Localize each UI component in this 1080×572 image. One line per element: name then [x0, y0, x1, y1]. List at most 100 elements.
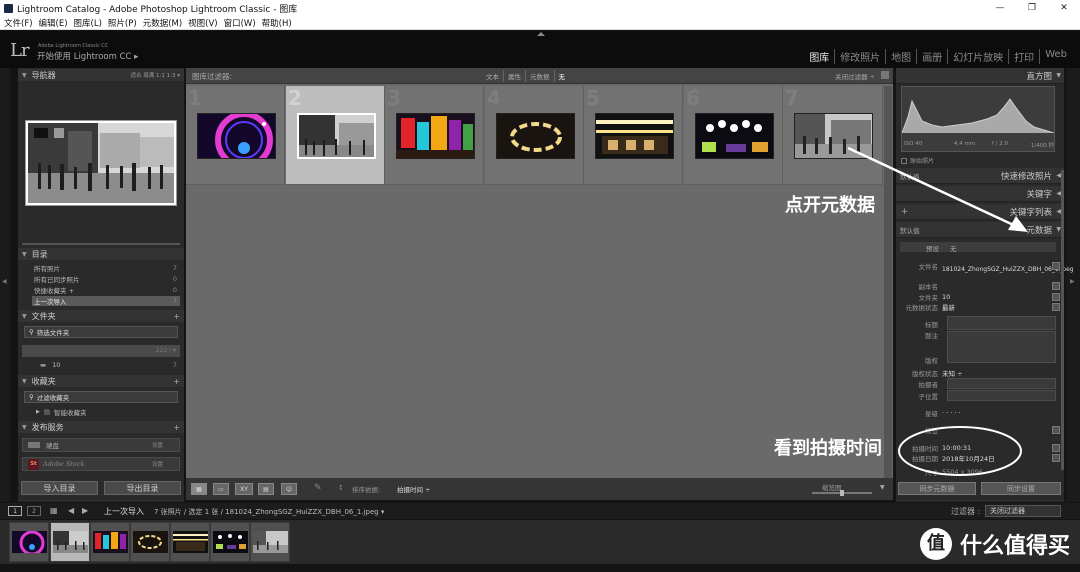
- filmstrip-thumbnail[interactable]: [170, 522, 210, 562]
- filter-tab-text[interactable]: 文本: [482, 70, 504, 82]
- navigator-zoom[interactable]: 适合 填满 1:1 1:3 ▾: [131, 71, 180, 79]
- close-button[interactable]: ✕: [1048, 0, 1080, 16]
- go-to-folder-icon[interactable]: [1052, 292, 1060, 301]
- module-develop[interactable]: 修改照片: [834, 49, 885, 64]
- photo-thumbnail[interactable]: [695, 113, 774, 159]
- add-folder-icon[interactable]: +: [173, 312, 180, 321]
- catalog-item[interactable]: 快捷收藏夹 + 0: [32, 285, 180, 295]
- right-panel-toggle[interactable]: ▶: [1066, 68, 1080, 502]
- sublocation-field[interactable]: [947, 390, 1056, 401]
- metadata-action-icon[interactable]: [1052, 261, 1060, 270]
- sort-direction-icon[interactable]: ↕: [338, 484, 344, 492]
- filmstrip-thumbnail[interactable]: [90, 522, 130, 562]
- module-web[interactable]: Web: [1039, 49, 1072, 64]
- volume-bar[interactable]: 222 / ▾: [22, 345, 180, 357]
- grid-cell[interactable]: 3: [385, 86, 484, 185]
- collection-filter-input[interactable]: ⚲ 过滤收藏夹: [24, 391, 178, 403]
- photo-thumbnail[interactable]: [595, 113, 674, 159]
- module-library[interactable]: 图库: [804, 49, 834, 64]
- sort-select[interactable]: 拍摄时间 ÷: [397, 484, 431, 494]
- navigator-preview[interactable]: [25, 120, 177, 206]
- filter-tab-none[interactable]: 无: [555, 70, 570, 82]
- folder-item[interactable]: ▬ 10 7: [32, 360, 180, 370]
- photo-thumbnail[interactable]: [297, 113, 376, 159]
- metadata-preset-row[interactable]: 预设 无: [900, 242, 1056, 253]
- navigator-header[interactable]: ▼ 导航器 适合 填满 1:1 1:3 ▾: [18, 69, 184, 81]
- catalog-header[interactable]: ▼ 目录: [18, 248, 184, 260]
- thumbnail-size-slider[interactable]: [812, 490, 872, 496]
- folder-filter-input[interactable]: ⚲ 筛选文件夹: [24, 326, 178, 338]
- metadata-action-icon[interactable]: [1052, 425, 1060, 434]
- catalog-item[interactable]: 所有已同步照片 0: [32, 274, 180, 284]
- grid-view-icon[interactable]: ▦: [191, 483, 207, 495]
- toolbar-menu-icon[interactable]: ▼: [880, 484, 885, 491]
- publish-header[interactable]: ▼ 发布服务 +: [18, 421, 184, 433]
- left-panel-toggle[interactable]: ◀: [0, 68, 10, 502]
- filter-tab-metadata[interactable]: 元数据: [526, 70, 555, 82]
- collections-header[interactable]: ▼ 收藏夹 +: [18, 375, 184, 387]
- publish-harddrive[interactable]: 硬盘 设置: [22, 438, 180, 452]
- menu-metadata[interactable]: 元数据(M): [143, 17, 182, 29]
- grid-cell[interactable]: 4: [485, 86, 584, 185]
- sync-settings-button[interactable]: 同步设置: [981, 482, 1061, 495]
- import-button[interactable]: 导入目录: [21, 481, 98, 495]
- filmstrip-thumbnail[interactable]: [210, 522, 250, 562]
- preset-value[interactable]: 无: [950, 243, 957, 253]
- filmstrip-thumbnail[interactable]: [9, 522, 49, 562]
- histogram-header[interactable]: 直方图 ▼: [896, 68, 1064, 84]
- publish-adobe-stock[interactable]: St Adobe Stock 设置: [22, 457, 180, 471]
- painter-icon[interactable]: ✎: [314, 483, 322, 493]
- filmstrip-thumbnail[interactable]: [130, 522, 170, 562]
- module-print[interactable]: 打印: [1008, 49, 1039, 64]
- add-collection-icon[interactable]: +: [173, 377, 180, 386]
- menu-file[interactable]: 文件(F): [4, 17, 33, 29]
- grid-cell[interactable]: 5: [584, 86, 683, 185]
- grid-cell[interactable]: 6: [684, 86, 783, 185]
- menu-edit[interactable]: 编辑(E): [39, 17, 68, 29]
- loupe-view-icon[interactable]: ▭: [213, 483, 229, 495]
- metadata-action-icon[interactable]: [1052, 302, 1060, 311]
- menu-view[interactable]: 视图(V): [188, 17, 217, 29]
- publish-setup-link[interactable]: 设置: [152, 460, 163, 468]
- metadata-action-icon[interactable]: [1052, 281, 1060, 290]
- folders-header[interactable]: ▼ 文件夹 +: [18, 310, 184, 322]
- grid-cell[interactable]: 1: [186, 86, 285, 185]
- lock-icon[interactable]: [881, 71, 889, 79]
- copyright-status-select[interactable]: 未知 ÷: [942, 368, 963, 378]
- back-arrow-icon[interactable]: ◀: [68, 506, 74, 515]
- people-view-icon[interactable]: ☺: [281, 483, 297, 495]
- filter-preset-select[interactable]: 关闭过滤器 ÷: [835, 71, 875, 81]
- menu-window[interactable]: 窗口(W): [224, 17, 256, 29]
- title-field[interactable]: [947, 316, 1056, 330]
- filmstrip-thumbnail-selected[interactable]: [50, 522, 90, 562]
- catalog-item-selected[interactable]: 上一次导入 7: [32, 296, 180, 306]
- right-panel-scrollbar[interactable]: [1061, 170, 1064, 470]
- top-panel-toggle-icon[interactable]: [537, 32, 545, 36]
- source-label[interactable]: 上一次导入: [104, 506, 144, 517]
- smart-collection-item[interactable]: ▶ ▤ 智能收藏夹: [34, 407, 182, 417]
- module-slideshow[interactable]: 幻灯片放映: [947, 49, 1008, 64]
- page-2-button[interactable]: 2: [27, 506, 41, 516]
- metadata-value[interactable]: 181024_ZhongSGZ_HuiZZX_DBH_06_1.jpeg: [942, 265, 1074, 274]
- creator-field[interactable]: [947, 378, 1056, 389]
- forward-arrow-icon[interactable]: ▶: [82, 506, 88, 515]
- sync-metadata-button[interactable]: 同步元数据: [898, 482, 976, 495]
- menu-library[interactable]: 图库(L): [74, 17, 102, 29]
- filter-select[interactable]: 关闭过滤器: [985, 505, 1061, 517]
- rating-stars[interactable]: · · · · ·: [942, 409, 961, 417]
- minimize-button[interactable]: —: [984, 0, 1016, 16]
- module-book[interactable]: 画册: [916, 49, 947, 64]
- getting-started-link[interactable]: 开始使用 Lightroom CC ▸: [37, 50, 138, 62]
- grid-icon[interactable]: ▦: [50, 506, 58, 515]
- add-publish-icon[interactable]: +: [173, 423, 180, 432]
- compare-view-icon[interactable]: XY: [235, 483, 253, 495]
- photo-thumbnail[interactable]: [197, 113, 276, 159]
- module-map[interactable]: 地图: [885, 49, 916, 64]
- menu-photo[interactable]: 照片(P): [108, 17, 137, 29]
- photo-thumbnail[interactable]: [496, 113, 575, 159]
- maximize-button[interactable]: ❐: [1016, 0, 1048, 16]
- slider-handle[interactable]: [840, 490, 844, 496]
- export-button[interactable]: 导出目录: [104, 481, 181, 495]
- publish-setup-link[interactable]: 设置: [152, 441, 163, 449]
- survey-view-icon[interactable]: ▤: [258, 483, 274, 495]
